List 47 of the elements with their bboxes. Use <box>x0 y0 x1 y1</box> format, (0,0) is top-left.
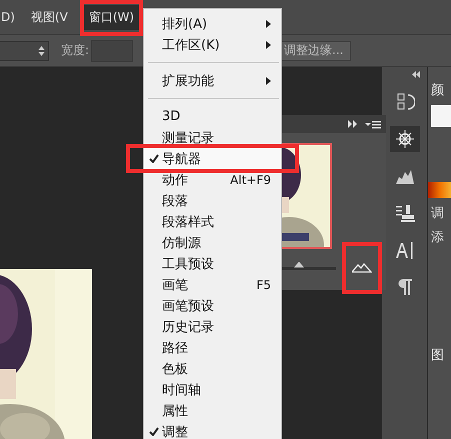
menu-item[interactable]: 段落样式 <box>144 211 281 232</box>
menu-item-label: 3D <box>162 109 180 124</box>
menu-item[interactable]: 时间轴 <box>144 379 281 400</box>
shortcut-label: F5 <box>256 278 271 292</box>
menu-item-label: 扩展功能 <box>162 72 214 90</box>
menu-item-label: 测量记录 <box>162 130 214 146</box>
menu-item[interactable]: 排列(A) <box>144 13 281 34</box>
menu-item-label: 段落样式 <box>162 214 214 230</box>
menu-bar-item[interactable]: 窗口(W) <box>84 4 140 30</box>
menu-item[interactable]: 3D <box>144 106 281 127</box>
width-label: 宽度: <box>61 42 90 59</box>
menu-item[interactable]: 仿制源 <box>144 232 281 253</box>
menu-item[interactable]: 画笔预设 <box>144 295 281 316</box>
menu-item-label: 工具预设 <box>162 256 214 272</box>
panel-text: 添 <box>431 229 445 246</box>
menu-item[interactable]: 色板 <box>144 358 281 379</box>
menu-item[interactable]: 动作 Alt+F9 <box>144 169 281 190</box>
menu-item-label: 段落 <box>162 192 188 210</box>
menu-item[interactable]: 工具预设 <box>144 253 281 274</box>
menu-item-label: 动作 <box>162 172 188 188</box>
panel-tab[interactable]: 图 <box>431 346 451 364</box>
menu-item-label: 路径 <box>162 340 188 356</box>
menu-item[interactable]: 测量记录 <box>144 127 281 148</box>
menu-item-label: 排列(A) <box>162 16 208 32</box>
menu-item[interactable]: 调整 <box>144 421 281 439</box>
menu-item-label: 导航器 <box>162 150 201 168</box>
menu-bar-item[interactable]: D) <box>0 6 15 28</box>
panel-title: 调 <box>431 205 445 222</box>
menu-item[interactable]: 路径 <box>144 337 281 358</box>
menu-item-label: 画笔 <box>162 276 188 294</box>
menu-item[interactable]: 扩展功能 <box>144 70 281 91</box>
shortcut-label: Alt+F9 <box>230 172 271 186</box>
menu-item-label: 属性 <box>162 402 188 420</box>
menu-item-label: 历史记录 <box>162 318 214 336</box>
menu-item[interactable]: 段落 <box>144 190 281 211</box>
menu-item-label: 工作区(K) <box>162 36 220 54</box>
menu-item[interactable]: 历史记录 <box>144 316 281 337</box>
menu-item-label: 色板 <box>162 360 188 378</box>
menu-item-label: 时间轴 <box>162 382 201 398</box>
menu-item-label: 画笔预设 <box>162 298 214 314</box>
menu-item[interactable]: 导航器 <box>144 148 281 169</box>
menu-bar-item[interactable]: 视图(V <box>30 4 68 30</box>
menu-item-label: 调整 <box>162 424 188 439</box>
menu-item-label: 仿制源 <box>162 234 201 252</box>
menu-item[interactable]: 画笔 F5 <box>144 274 281 295</box>
panel-tab[interactable]: 颜 <box>431 81 451 99</box>
menu-item[interactable]: 属性 <box>144 400 281 421</box>
